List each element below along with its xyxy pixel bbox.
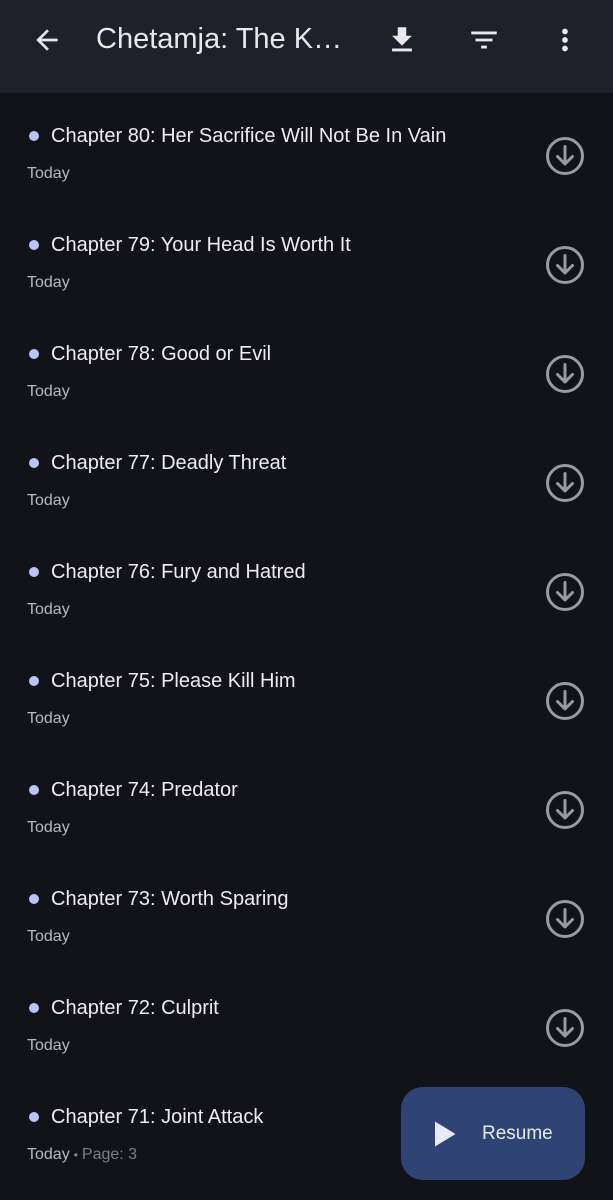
chapter-row[interactable]: Chapter 73: Worth Sparing Today	[0, 856, 613, 965]
chapter-date: Today	[27, 710, 70, 727]
chapter-meta: Today	[27, 600, 70, 620]
chapter-title: Chapter 78: Good or Evil	[51, 343, 272, 365]
resume-button[interactable]: Resume	[401, 1087, 585, 1180]
unread-dot-icon	[29, 458, 39, 468]
chapter-row[interactable]: Chapter 77: Deadly Threat Today	[0, 420, 613, 529]
unread-dot-icon	[29, 567, 39, 577]
download-chapter-icon[interactable]	[545, 245, 585, 285]
chapter-title: Chapter 73: Worth Sparing	[51, 888, 289, 910]
chapter-date: Today	[27, 1037, 70, 1054]
filter-button[interactable]	[462, 18, 506, 62]
chapter-meta: Today • Page: 3	[27, 1145, 137, 1165]
unread-dot-icon	[29, 349, 39, 359]
chapter-meta: Today	[27, 382, 70, 402]
chapter-title: Chapter 75: Please Kill Him	[51, 670, 296, 692]
download-chapter-icon[interactable]	[545, 463, 585, 503]
chapter-title: Chapter 79: Your Head Is Worth It	[51, 234, 351, 256]
unread-dot-icon	[29, 240, 39, 250]
more-vert-icon	[562, 28, 568, 52]
back-button[interactable]	[26, 22, 68, 58]
chapter-date: Today	[27, 383, 70, 400]
chapter-date: Today	[27, 165, 70, 182]
chapter-row[interactable]: Chapter 79: Your Head Is Worth It Today	[0, 202, 613, 311]
chapter-progress: Page: 3	[81, 1146, 138, 1163]
download-chapter-icon[interactable]	[545, 899, 585, 939]
chapter-list: Chapter 80: Her Sacrifice Will Not Be In…	[0, 93, 613, 1183]
unread-dot-icon	[29, 785, 39, 795]
manga-title: Chetamja: The Kingdom's Lost Treasure	[96, 23, 346, 55]
download-chapter-icon[interactable]	[545, 681, 585, 721]
chapter-title: Chapter 72: Culprit	[51, 997, 219, 1019]
chapter-title: Chapter 74: Predator	[51, 779, 238, 801]
chapter-date: Today	[27, 601, 70, 618]
chapter-meta: Today	[27, 927, 70, 947]
chapter-title: Chapter 71: Joint Attack	[51, 1106, 264, 1128]
chapter-date: Today	[27, 492, 70, 509]
filter-icon	[471, 31, 497, 49]
chapter-meta: Today	[27, 709, 70, 729]
download-chapter-icon[interactable]	[545, 136, 585, 176]
chapter-row[interactable]: Chapter 74: Predator Today	[0, 747, 613, 856]
download-icon	[392, 27, 412, 52]
resume-label: Resume	[482, 1123, 553, 1144]
download-chapter-icon[interactable]	[545, 572, 585, 612]
chapter-row[interactable]: Chapter 72: Culprit Today	[0, 965, 613, 1074]
chapter-row[interactable]: Chapter 76: Fury and Hatred Today	[0, 529, 613, 638]
meta-separator: •	[73, 1148, 78, 1162]
chapter-date: Today	[27, 1146, 70, 1163]
unread-dot-icon	[29, 1112, 39, 1122]
play-icon	[435, 1121, 456, 1147]
chapter-meta: Today	[27, 273, 70, 293]
unread-dot-icon	[29, 894, 39, 904]
chapter-row[interactable]: Chapter 75: Please Kill Him Today	[0, 638, 613, 747]
download-chapter-icon[interactable]	[545, 790, 585, 830]
chapter-row[interactable]: Chapter 80: Her Sacrifice Will Not Be In…	[0, 93, 613, 202]
top-app-bar: Chetamja: The Kingdom's Lost Treasure	[0, 0, 613, 93]
unread-dot-icon	[29, 676, 39, 686]
download-chapter-icon[interactable]	[545, 354, 585, 394]
more-options-button[interactable]	[543, 18, 587, 62]
unread-dot-icon	[29, 1003, 39, 1013]
chapter-meta: Today	[27, 818, 70, 838]
chapter-row[interactable]: Chapter 78: Good or Evil Today	[0, 311, 613, 420]
chapter-meta: Today	[27, 1036, 70, 1056]
download-menu-button[interactable]	[380, 18, 424, 62]
chapter-title: Chapter 76: Fury and Hatred	[51, 561, 306, 583]
chapter-date: Today	[27, 819, 70, 836]
chapter-title: Chapter 80: Her Sacrifice Will Not Be In…	[51, 125, 447, 147]
unread-dot-icon	[29, 131, 39, 141]
chapter-meta: Today	[27, 491, 70, 511]
chapter-date: Today	[27, 928, 70, 945]
download-chapter-icon[interactable]	[545, 1008, 585, 1048]
chapter-date: Today	[27, 274, 70, 291]
chapter-title: Chapter 77: Deadly Threat	[51, 452, 287, 474]
back-arrow-icon	[36, 29, 58, 51]
chapter-meta: Today	[27, 164, 70, 184]
